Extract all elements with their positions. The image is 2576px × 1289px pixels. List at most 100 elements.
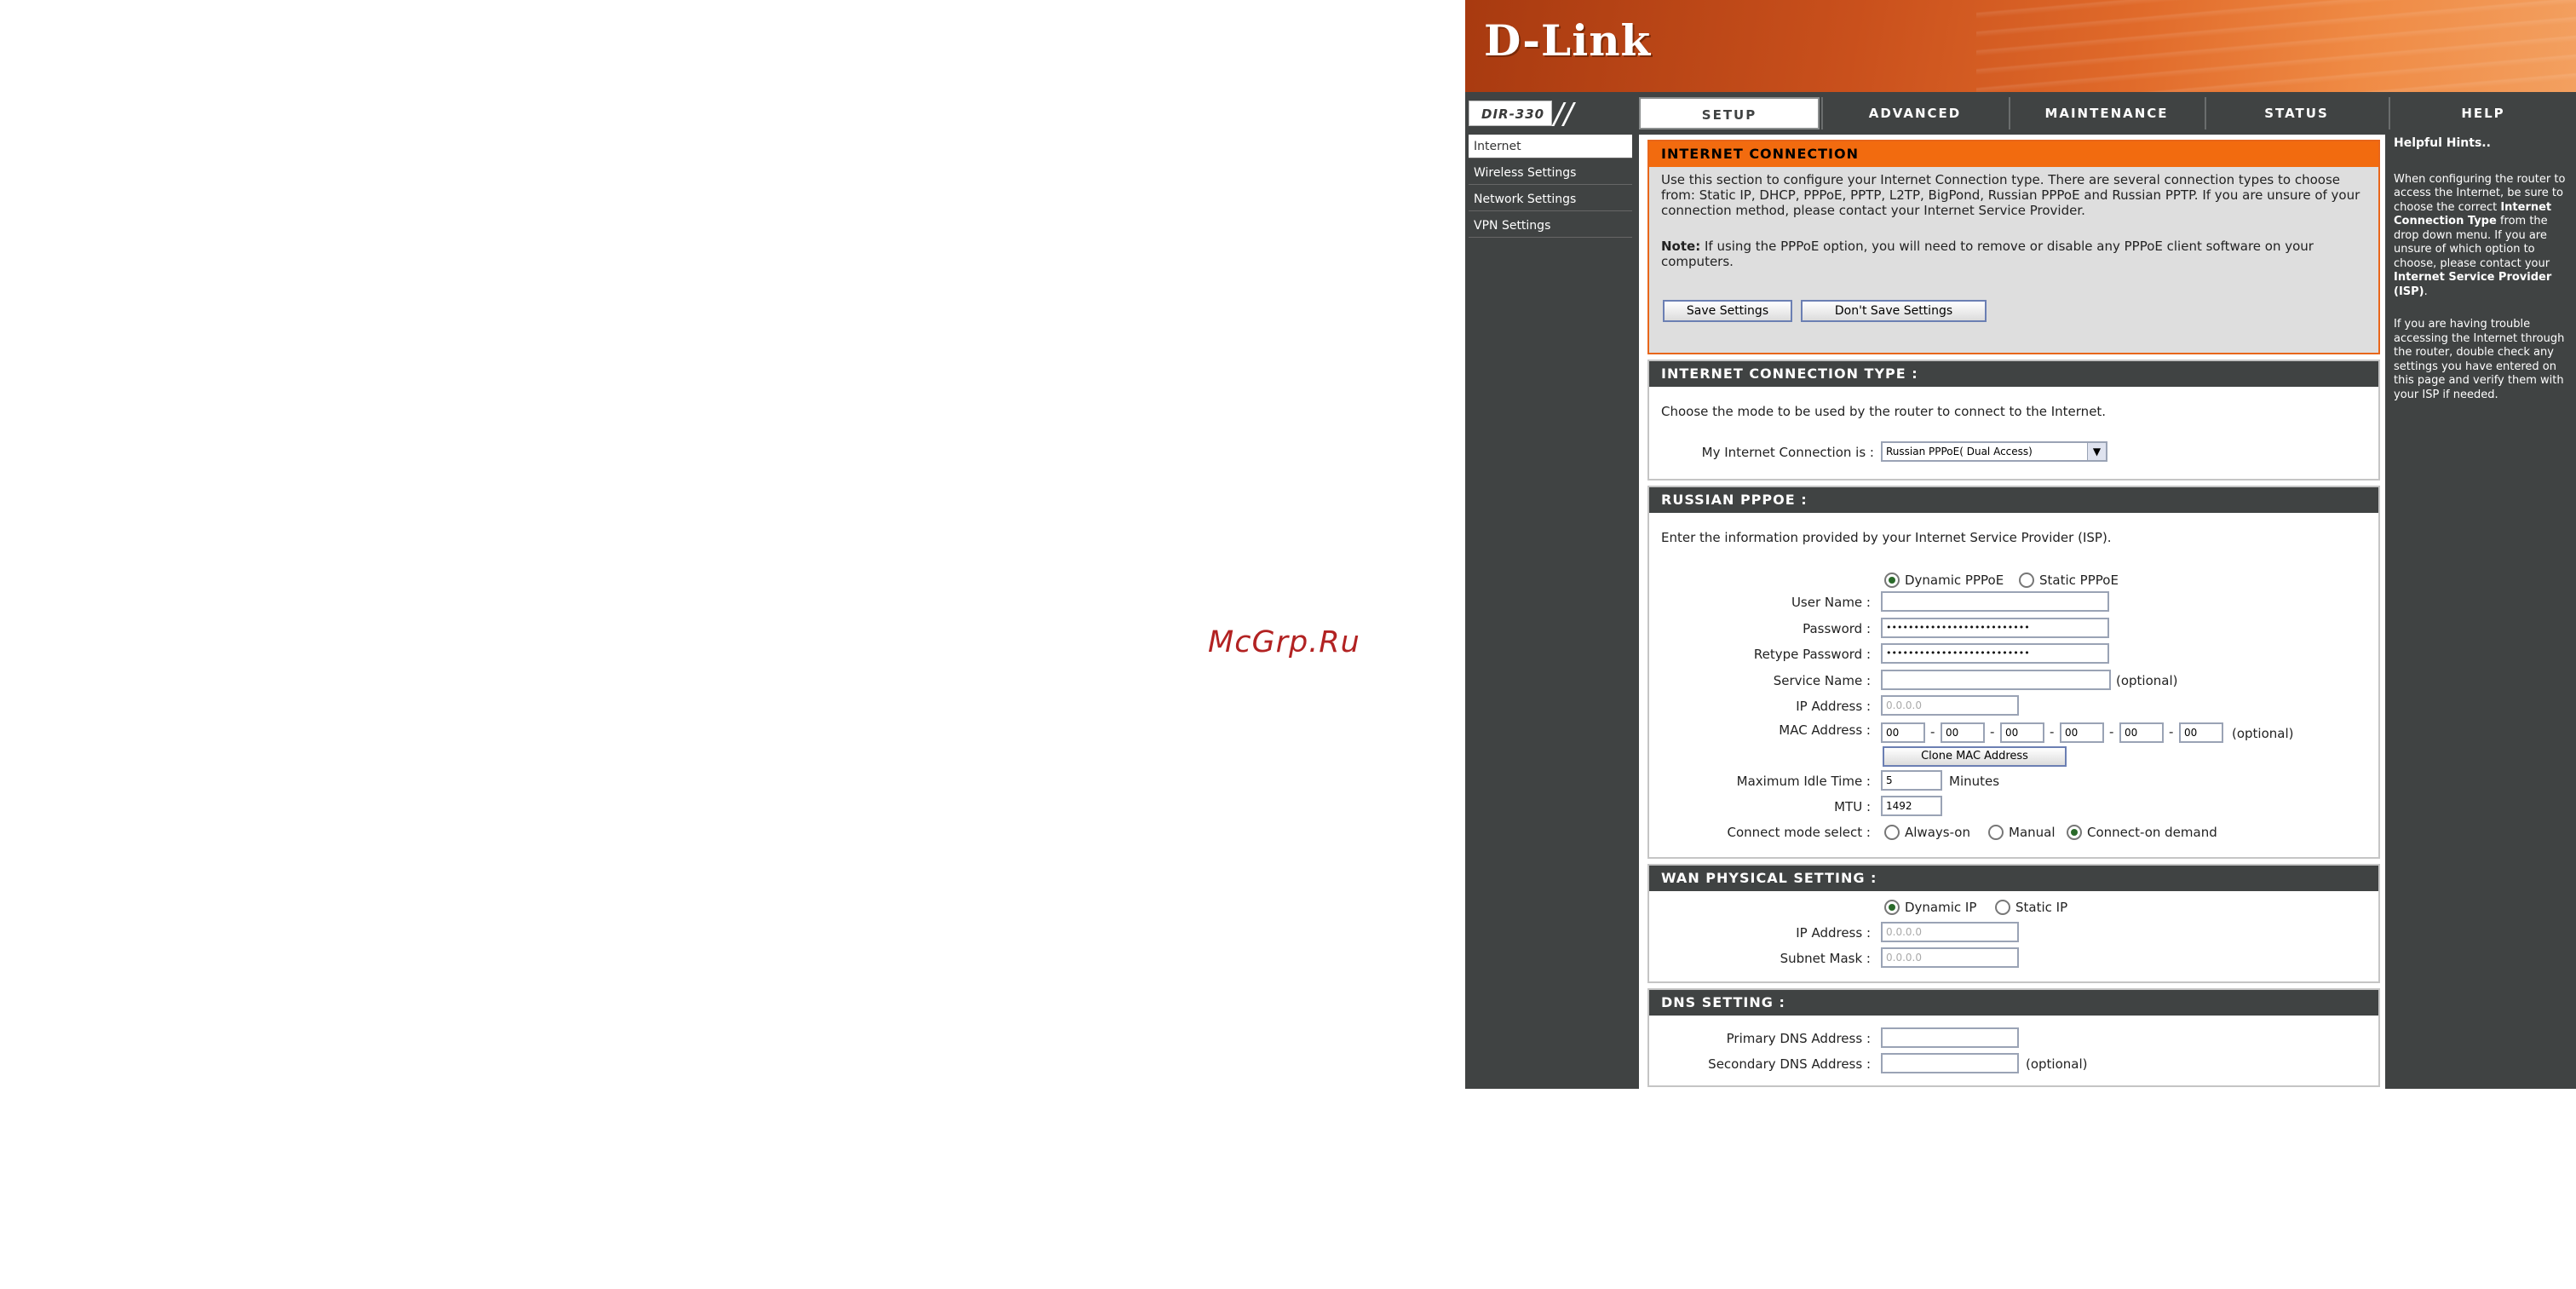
section-title: WAN PHYSICAL SETTING :	[1649, 866, 2378, 891]
hints-paragraph-1: When configuring the router to access th…	[2394, 173, 2571, 300]
helpful-hints-panel: Helpful Hints.. When configuring the rou…	[2389, 135, 2576, 1089]
retype-password-label: Retype Password :	[1753, 647, 1871, 662]
user-name-input[interactable]	[1881, 591, 2109, 612]
sidebar-item-vpn-settings[interactable]: VPN Settings	[1469, 214, 1632, 238]
dynamic-ip-label: Dynamic IP	[1905, 900, 1977, 915]
user-name-label: User Name :	[1791, 595, 1871, 610]
note-label: Note:	[1661, 239, 1701, 254]
dns-optional-note: (optional)	[2026, 1056, 2088, 1072]
section-title: DNS SETTING :	[1649, 990, 2378, 1016]
hint-text: .	[2424, 285, 2428, 298]
mac-separator: -	[2109, 724, 2114, 739]
pppoe-desc: Enter the information provided by your I…	[1661, 530, 2112, 545]
service-name-input[interactable]	[1881, 670, 2111, 690]
note-text: If using the PPPoE option, you will need…	[1661, 239, 2314, 269]
always-on-label: Always-on	[1905, 825, 1970, 840]
model-label: DIR-330	[1481, 106, 1545, 122]
dlink-logo: D-Link	[1484, 15, 1652, 66]
mac-separator: -	[1990, 724, 1995, 739]
top-nav: DIR-330 // SETUP ADVANCED MAINTENANCE ST…	[1465, 95, 2576, 131]
dynamic-pppoe-label: Dynamic PPPoE	[1905, 573, 2004, 588]
section-title: RUSSIAN PPPOE :	[1649, 487, 2378, 513]
secondary-dns-label: Secondary DNS Address :	[1708, 1056, 1871, 1072]
static-pppoe-label: Static PPPoE	[2039, 573, 2119, 588]
mac-octet-6[interactable]: 00	[2179, 722, 2223, 743]
header-banner: D-Link	[1465, 0, 2576, 92]
retype-password-input[interactable]: ••••••••••••••••••••••••••	[1881, 643, 2109, 664]
mac-octet-5[interactable]: 00	[2119, 722, 2164, 743]
mac-separator: -	[2050, 724, 2055, 739]
static-ip-label: Static IP	[2015, 900, 2068, 915]
tab-advanced[interactable]: ADVANCED	[1821, 97, 2007, 129]
connection-type-value: Russian PPPoE( Dual Access)	[1886, 446, 2033, 457]
primary-dns-input[interactable]	[1881, 1027, 2019, 1048]
mac-octet-2[interactable]: 00	[1941, 722, 1985, 743]
static-pppoe-radio[interactable]	[2019, 573, 2034, 588]
connection-type-label: My Internet Connection is :	[1701, 445, 1874, 460]
manual-radio[interactable]	[1988, 825, 2004, 840]
hints-title: Helpful Hints..	[2394, 136, 2491, 150]
always-on-radio[interactable]	[1884, 825, 1900, 840]
hints-paragraph-2: If you are having trouble accessing the …	[2394, 318, 2565, 401]
tab-help[interactable]: HELP	[2389, 97, 2576, 129]
dont-save-settings-button[interactable]: Don't Save Settings	[1801, 300, 1987, 322]
section-title: INTERNET CONNECTION TYPE :	[1649, 361, 2378, 387]
intro-text: Use this section to configure your Inter…	[1661, 172, 2360, 218]
tab-setup[interactable]: SETUP	[1639, 97, 1820, 129]
optional-note: (optional)	[2116, 673, 2178, 688]
connect-on-demand-label: Connect-on demand	[2087, 825, 2217, 840]
clone-mac-button[interactable]: Clone MAC Address	[1883, 746, 2067, 767]
sidebar-item-wireless-settings[interactable]: Wireless Settings	[1469, 161, 1632, 185]
mac-octet-3[interactable]: 00	[2000, 722, 2044, 743]
wan-ip-input[interactable]: 0.0.0.0	[1881, 922, 2019, 942]
router-admin-screenshot: D-Link DIR-330 // SETUP ADVANCED MAINTEN…	[1465, 0, 2576, 1089]
intro-note: Note: If using the PPPoE option, you wil…	[1661, 239, 2368, 269]
tab-status[interactable]: STATUS	[2205, 97, 2387, 129]
mtu-label: MTU :	[1834, 799, 1871, 814]
primary-dns-label: Primary DNS Address :	[1726, 1031, 1871, 1046]
connect-on-demand-radio[interactable]	[2067, 825, 2082, 840]
sidebar: Internet Wireless Settings Network Setti…	[1465, 135, 1636, 1089]
dynamic-ip-radio[interactable]	[1884, 900, 1900, 915]
idle-time-label: Maximum Idle Time :	[1736, 774, 1871, 789]
subnet-mask-input[interactable]: 0.0.0.0	[1881, 947, 2019, 968]
subnet-mask-label: Subnet Mask :	[1780, 951, 1871, 966]
ip-address-label: IP Address :	[1796, 699, 1871, 714]
mac-separator: -	[2169, 724, 2174, 739]
wan-ip-label: IP Address :	[1796, 925, 1871, 941]
section-title: INTERNET CONNECTION	[1649, 141, 2378, 167]
password-label: Password :	[1803, 621, 1871, 636]
service-name-label: Service Name :	[1773, 673, 1871, 688]
manual-label: Manual	[2009, 825, 2056, 840]
connection-type-select[interactable]: Russian PPPoE( Dual Access) ▼	[1881, 441, 2107, 462]
tab-maintenance[interactable]: MAINTENANCE	[2009, 97, 2203, 129]
hint-emphasis: Internet Service Provider (ISP)	[2394, 271, 2552, 298]
static-ip-radio[interactable]	[1995, 900, 2010, 915]
ip-address-input[interactable]: 0.0.0.0	[1881, 695, 2019, 716]
idle-time-input[interactable]: 5	[1881, 770, 1942, 791]
mac-octet-4[interactable]: 00	[2060, 722, 2104, 743]
mac-address-label: MAC Address :	[1779, 722, 1871, 738]
mtu-input[interactable]: 1492	[1881, 796, 1942, 816]
chevron-down-icon[interactable]: ▼	[2087, 443, 2106, 460]
wan-physical-section: WAN PHYSICAL SETTING : Dynamic IP Static…	[1647, 864, 2380, 983]
slashes-decoration: //	[1554, 97, 1573, 131]
mac-octet-1[interactable]: 00	[1881, 722, 1925, 743]
main-content: INTERNET CONNECTION Use this section to …	[1639, 135, 2385, 1089]
dynamic-pppoe-radio[interactable]	[1884, 573, 1900, 588]
sidebar-item-network-settings[interactable]: Network Settings	[1469, 187, 1632, 211]
secondary-dns-input[interactable]	[1881, 1053, 2019, 1073]
dns-setting-section: DNS SETTING : Primary DNS Address : Seco…	[1647, 988, 2380, 1087]
save-settings-button[interactable]: Save Settings	[1663, 300, 1792, 322]
connection-type-desc: Choose the mode to be used by the router…	[1661, 404, 2107, 419]
mac-optional-note: (optional)	[2232, 726, 2294, 741]
connect-mode-label: Connect mode select :	[1727, 825, 1872, 840]
password-input[interactable]: ••••••••••••••••••••••••••	[1881, 618, 2109, 638]
watermark: McGrp.Ru	[1208, 625, 1360, 659]
sidebar-item-internet[interactable]: Internet	[1469, 135, 1632, 158]
model-badge: DIR-330	[1469, 101, 1552, 126]
mac-separator: -	[1930, 724, 1935, 739]
connection-type-section: INTERNET CONNECTION TYPE : Choose the mo…	[1647, 360, 2380, 480]
internet-connection-section: INTERNET CONNECTION Use this section to …	[1647, 140, 2380, 354]
header-decoration	[1976, 0, 2576, 92]
